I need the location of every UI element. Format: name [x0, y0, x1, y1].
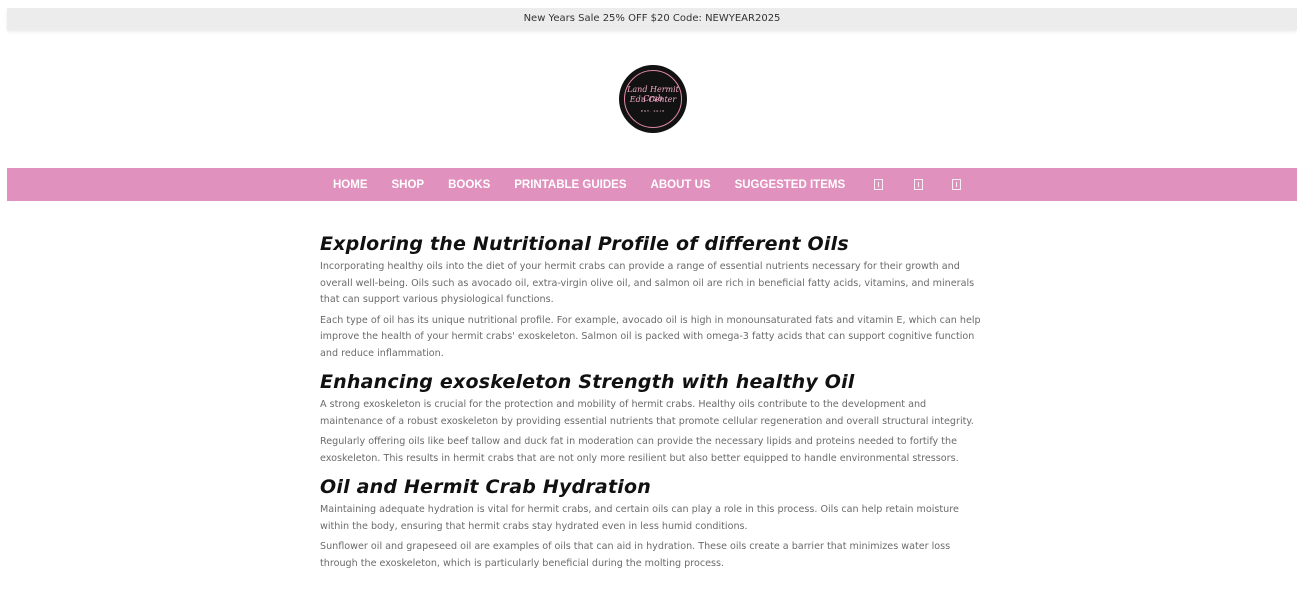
nav-item-shop[interactable]: SHOP [392, 179, 425, 191]
section-heading: Exploring the Nutritional Profile of dif… [320, 233, 849, 255]
section-paragraph: Sunflower oil and grapeseed oil are exam… [320, 541, 951, 569]
nav-item-books[interactable]: BOOKS [448, 179, 490, 191]
section-heading: Oil and Hermit Crab Hydration [320, 476, 651, 498]
article-content: Exploring the Nutritional Profile of dif… [320, 232, 990, 576]
page: New Years Sale 25% OFF $20 Code: NEWYEAR… [0, 0, 1297, 598]
article-section: Oil and Hermit Crab Hydration Maintainin… [320, 475, 990, 572]
nav-item-suggested-items[interactable]: SUGGESTED ITEMS [735, 179, 846, 191]
logo-line-3: EST. 2018 [640, 109, 666, 113]
announcement-bar: New Years Sale 25% OFF $20 Code: NEWYEAR… [7, 8, 1297, 30]
logo: Land Hermit Crab Edu Center EST. 2018 [619, 65, 687, 133]
nav-items: HOME SHOP BOOKS PRINTABLE GUIDES ABOUT U… [326, 168, 962, 201]
logo-line-2: Edu Center [629, 95, 677, 104]
section-paragraph: Regularly offering oils like beef tallow… [320, 436, 959, 464]
section-paragraph: Incorporating healthy oils into the diet… [320, 261, 975, 305]
nav-item-about-us[interactable]: ABOUT US [651, 179, 711, 191]
article-section: Exploring the Nutritional Profile of dif… [320, 232, 990, 362]
cart-icon[interactable] [952, 179, 962, 190]
section-paragraph: Maintaining adequate hydration is vital … [320, 504, 959, 532]
logo-link[interactable]: Land Hermit Crab Edu Center EST. 2018 [619, 65, 687, 133]
nav-item-home[interactable]: HOME [333, 179, 368, 191]
article-section: Enhancing exoskeleton Strength with heal… [320, 370, 990, 467]
section-heading: Enhancing exoskeleton Strength with heal… [320, 371, 855, 393]
section-paragraph: Each type of oil has its unique nutritio… [320, 314, 981, 359]
announcement-text: New Years Sale 25% OFF $20 Code: NEWYEAR… [523, 13, 781, 24]
search-icon[interactable] [874, 179, 884, 190]
account-icon[interactable] [914, 179, 924, 190]
section-paragraph: A strong exoskeleton is crucial for the … [320, 399, 974, 427]
nav-item-printable-guides[interactable]: PRINTABLE GUIDES [514, 179, 626, 191]
main-navigation: HOME SHOP BOOKS PRINTABLE GUIDES ABOUT U… [7, 168, 1297, 201]
